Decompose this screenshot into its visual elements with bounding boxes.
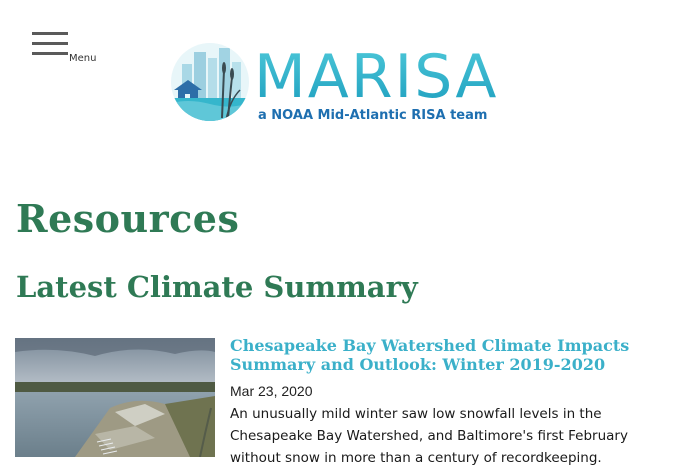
- hamburger-icon[interactable]: [32, 32, 68, 58]
- page-title: Resources: [16, 196, 240, 241]
- article-summary: An unusually mild winter saw low snowfal…: [230, 406, 628, 466]
- menu-button[interactable]: Menu: [32, 32, 102, 66]
- logo-wordmark: MARISA: [254, 42, 499, 112]
- article-date: Mar 23, 2020: [230, 383, 313, 399]
- section-title: Latest Climate Summary: [16, 270, 418, 304]
- article-thumbnail[interactable]: [15, 338, 215, 457]
- city-marsh-emblem-icon: [171, 43, 249, 121]
- article-photo: [15, 338, 215, 457]
- menu-label: Menu: [69, 53, 97, 64]
- logo-tagline: a NOAA Mid-Atlantic RISA team: [258, 108, 488, 123]
- article-title-link[interactable]: Chesapeake Bay Watershed Climate Impacts…: [230, 336, 650, 374]
- site-logo[interactable]: MARISA a NOAA Mid-Atlantic RISA team: [168, 40, 508, 126]
